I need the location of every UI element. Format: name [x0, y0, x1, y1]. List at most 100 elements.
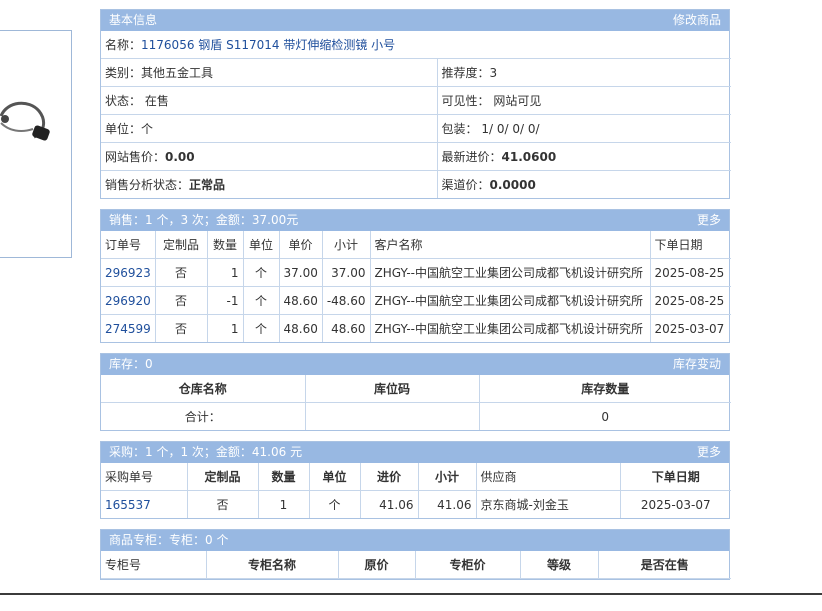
sales-panel: 销售：1 个，3 次；金额：37.00元 更多 订单号 定制品 数量 单位 单价…	[100, 209, 731, 343]
purchase-col-date: 下单日期	[619, 463, 731, 491]
sales-more-link[interactable]: 更多	[697, 210, 721, 231]
sales-unit-cell: 个	[242, 258, 280, 287]
purchase-col-price: 进价	[359, 463, 419, 491]
purchase-col-no: 采购单号	[101, 463, 188, 491]
sales-col-subtotal: 小计	[321, 231, 371, 259]
counter-panel: 商品专柜：专柜：0 个 专柜号 专柜名称 原价 专柜价 等级 是否在售	[100, 529, 731, 580]
category-value: 其他五金工具	[141, 66, 214, 80]
table-row: 165537 否 1 个 41.06 41.06 京东商城-刘金玉 2025-0…	[101, 490, 731, 518]
sales-date-cell: 2025-08-25	[649, 286, 731, 315]
sales-custom-cell: 否	[154, 286, 208, 315]
stock-total-location	[304, 402, 480, 430]
stock-change-link[interactable]: 库存变动	[673, 354, 721, 375]
purchase-custom-cell: 否	[186, 490, 259, 518]
sales-subtotal-cell: 37.00	[321, 258, 371, 287]
counter-header-row: 专柜号 专柜名称 原价 专柜价 等级 是否在售	[101, 551, 731, 579]
purchase-header-row: 采购单号 定制品 数量 单位 进价 小计 供应商 下单日期	[101, 463, 731, 491]
basic-info-table: 名称：1176056 钢盾 S117014 带灯伸缩检测镜 小号 类别：其他五金…	[101, 31, 731, 198]
table-row: 合计： 0	[101, 402, 731, 430]
sales-header: 销售：1 个，3 次；金额：37.00元 更多	[101, 210, 729, 231]
site-price-label: 网站售价：	[105, 150, 166, 164]
stock-title: 库存：0	[109, 357, 153, 371]
stock-col-qty: 库存数量	[478, 375, 731, 403]
sales-price-cell: 37.00	[278, 258, 323, 287]
category-label: 类别：	[105, 66, 142, 80]
sales-custom-cell: 否	[154, 314, 208, 342]
sales-subtotal-cell: 48.60	[321, 314, 371, 342]
recommend-value: 3	[489, 66, 498, 80]
sales-qty-cell: 1	[206, 258, 244, 287]
counter-col-counter-price: 专柜价	[414, 551, 521, 579]
site-price-value: 0.00	[165, 150, 195, 164]
product-name-cell: 名称：1176056 钢盾 S117014 带灯伸缩检测镜 小号	[101, 31, 731, 59]
purchase-panel: 采购：1 个，1 次；金额：41.06 元 更多 采购单号 定制品 数量 单位 …	[100, 441, 731, 519]
stock-col-location: 库位码	[304, 375, 480, 403]
purchase-col-qty: 数量	[257, 463, 310, 491]
edit-product-link[interactable]: 修改商品	[673, 10, 721, 31]
stock-header: 库存：0 库存变动	[101, 354, 729, 375]
sales-col-order-no: 订单号	[101, 231, 156, 259]
name-label: 名称：	[105, 38, 142, 52]
counter-col-on-sale: 是否在售	[597, 551, 731, 579]
sales-col-customer: 客户名称	[369, 231, 651, 259]
package-cell: 包装： 1/ 0/ 0/ 0/	[436, 114, 731, 143]
purchase-title: 采购：1 个，1 次；金额：41.06 元	[109, 445, 303, 459]
status-label: 状态：	[105, 94, 142, 108]
product-thumbnail-image[interactable]	[0, 71, 69, 161]
purchase-table: 采购单号 定制品 数量 单位 进价 小计 供应商 下单日期 165537 否 1…	[101, 463, 731, 518]
sales-status-label: 销售分析状态：	[105, 178, 190, 192]
sales-order-link[interactable]: 274599	[105, 322, 151, 336]
sales-col-unit: 单位	[242, 231, 280, 259]
table-row: 296920 否 -1 个 48.60 -48.60 ZHGY--中国航空工业集…	[101, 286, 731, 315]
channel-price-value: 0.0000	[489, 178, 536, 192]
purchase-col-supplier: 供应商	[475, 463, 621, 491]
sales-col-price: 单价	[278, 231, 323, 259]
counter-col-no: 专柜号	[101, 551, 207, 579]
basic-info-panel: 基本信息 修改商品 名称：1176056 钢盾 S117014 带灯伸缩检测镜 …	[100, 9, 731, 199]
purchase-subtotal-cell: 41.06	[417, 490, 477, 518]
purchase-price-cell: 41.06	[359, 490, 419, 518]
purchase-order-link[interactable]: 165537	[105, 498, 151, 512]
counter-table: 专柜号 专柜名称 原价 专柜价 等级 是否在售	[101, 551, 731, 579]
sales-col-qty: 数量	[206, 231, 244, 259]
latest-cost-value: 41.0600	[501, 150, 557, 164]
sales-order-link[interactable]: 296920	[105, 294, 151, 308]
sales-customer-cell: ZHGY--中国航空工业集团公司成都飞机设计研究所	[369, 314, 651, 342]
site-price-cell: 网站售价：0.00	[101, 142, 438, 171]
category-cell: 类别：其他五金工具	[101, 58, 438, 87]
product-name-value: 1176056 钢盾 S117014 带灯伸缩检测镜 小号	[141, 38, 396, 52]
sales-header-row: 订单号 定制品 数量 单位 单价 小计 客户名称 下单日期	[101, 231, 731, 259]
purchase-more-link[interactable]: 更多	[697, 442, 721, 463]
basic-info-title: 基本信息	[109, 13, 158, 27]
recommend-cell: 推荐度：3	[436, 58, 731, 87]
purchase-unit-cell: 个	[308, 490, 361, 518]
table-row: 296923 否 1 个 37.00 37.00 ZHGY--中国航空工业集团公…	[101, 258, 731, 287]
channel-price-cell: 渠道价：0.0000	[436, 170, 731, 198]
sales-price-cell: 48.60	[278, 314, 323, 342]
product-detail-main: 基本信息 修改商品 名称：1176056 钢盾 S117014 带灯伸缩检测镜 …	[100, 9, 731, 590]
stock-total-label: 合计：	[101, 402, 306, 430]
purchase-qty-cell: 1	[257, 490, 310, 518]
sales-unit-cell: 个	[242, 286, 280, 315]
stock-total-qty: 0	[478, 402, 731, 430]
channel-price-label: 渠道价：	[441, 178, 490, 192]
sales-unit-cell: 个	[242, 314, 280, 342]
bottom-divider	[0, 593, 822, 595]
sales-order-link[interactable]: 296923	[105, 266, 151, 280]
stock-col-warehouse: 仓库名称	[101, 375, 306, 403]
sales-price-cell: 48.60	[278, 286, 323, 315]
sales-subtotal-cell: -48.60	[321, 286, 371, 315]
unit-value: 个	[141, 122, 154, 136]
visibility-cell: 可见性： 网站可见	[436, 86, 731, 115]
visibility-label: 可见性：	[441, 94, 490, 108]
stock-header-row: 仓库名称 库位码 库存数量	[101, 375, 731, 403]
stock-panel: 库存：0 库存变动 仓库名称 库位码 库存数量 合计： 0	[100, 353, 731, 431]
package-value: 1/ 0/ 0/ 0/	[481, 122, 540, 136]
latest-cost-label: 最新进价：	[441, 150, 502, 164]
sales-customer-cell: ZHGY--中国航空工业集团公司成都飞机设计研究所	[369, 258, 651, 287]
basic-info-header: 基本信息 修改商品	[101, 10, 729, 31]
sales-custom-cell: 否	[154, 258, 208, 287]
sales-qty-cell: -1	[206, 286, 244, 315]
sales-customer-cell: ZHGY--中国航空工业集团公司成都飞机设计研究所	[369, 286, 651, 315]
purchase-supplier-cell: 京东商城-刘金玉	[475, 490, 621, 518]
